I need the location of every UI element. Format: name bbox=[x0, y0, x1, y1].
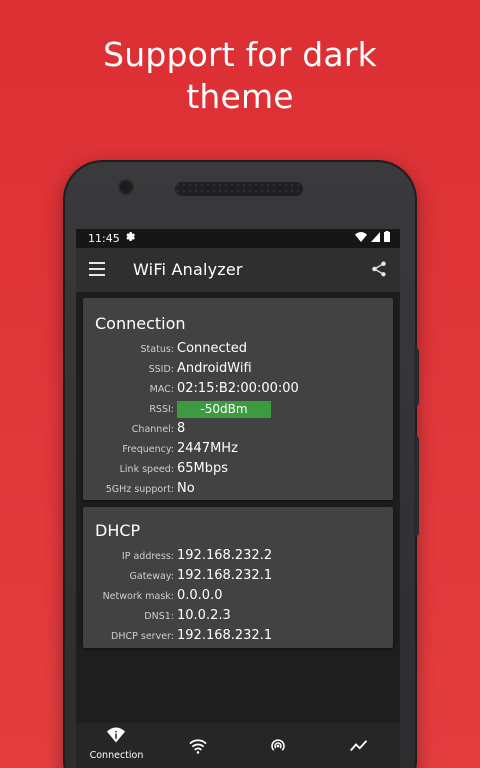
info-value: 192.168.232.1 bbox=[177, 568, 273, 583]
info-row: Link speed: 65Mbps bbox=[83, 460, 393, 480]
info-value: 192.168.232.2 bbox=[177, 548, 273, 563]
info-label: Channel: bbox=[131, 424, 174, 435]
menu-icon[interactable] bbox=[89, 262, 105, 280]
info-row: RSSI: -50dBm bbox=[83, 400, 393, 420]
settings-icon bbox=[124, 230, 136, 245]
app-screen: 11:45 WiFi Analyzer Connection Status: C… bbox=[76, 229, 400, 768]
info-row: SSID: AndroidWifi bbox=[83, 360, 393, 380]
connection-card: Connection Status: Connected SSID: Andro… bbox=[83, 298, 393, 500]
share-icon[interactable] bbox=[370, 260, 388, 282]
phone-camera bbox=[120, 181, 132, 193]
nav-connection-label: Connection bbox=[89, 750, 144, 761]
wifi-icon bbox=[355, 231, 367, 242]
info-row: Status: Connected bbox=[83, 340, 393, 360]
info-label: MAC: bbox=[149, 384, 174, 395]
status-time: 11:45 bbox=[88, 232, 120, 245]
rssi-badge: -50dBm bbox=[177, 401, 271, 418]
info-row: MAC: 02:15:B2:00:00:00 bbox=[83, 380, 393, 400]
info-value: AndroidWifi bbox=[177, 361, 252, 376]
info-label: DHCP server: bbox=[111, 631, 174, 642]
promo-line-1: Support for dark bbox=[103, 35, 377, 74]
promo-line-2: theme bbox=[186, 77, 294, 116]
info-row: Network mask: 0.0.0.0 bbox=[83, 587, 393, 607]
info-row: DHCP server: 192.168.232.1 bbox=[83, 627, 393, 647]
info-label: SSID: bbox=[148, 364, 174, 375]
info-value: 65Mbps bbox=[177, 461, 229, 476]
info-row: Frequency: 2447MHz bbox=[83, 440, 393, 460]
status-icons bbox=[355, 231, 390, 242]
app-title: WiFi Analyzer bbox=[133, 260, 243, 279]
info-label: Network mask: bbox=[102, 591, 174, 602]
nav-connection[interactable]: Connection bbox=[76, 723, 157, 768]
info-value: 2447MHz bbox=[177, 441, 238, 456]
signal-icon bbox=[371, 231, 380, 242]
phone-power-button bbox=[414, 348, 419, 406]
radar-icon bbox=[271, 739, 285, 751]
phone-speaker bbox=[175, 182, 303, 196]
wifi-info-icon bbox=[107, 727, 125, 743]
info-value: 192.168.232.1 bbox=[177, 628, 273, 643]
nav-access-points[interactable] bbox=[238, 723, 319, 768]
bottom-navigation: Connection bbox=[76, 723, 400, 768]
info-label: 5GHz support: bbox=[105, 484, 174, 495]
info-value: 0.0.0.0 bbox=[177, 588, 223, 603]
info-label: RSSI: bbox=[149, 404, 174, 415]
battery-icon bbox=[384, 231, 390, 242]
info-value: 8 bbox=[177, 421, 186, 436]
graph-icon bbox=[350, 740, 368, 752]
info-label: Status: bbox=[140, 344, 174, 355]
info-row: 5GHz support: No bbox=[83, 480, 393, 500]
info-row: DNS1: 10.0.2.3 bbox=[83, 607, 393, 627]
app-bar: WiFi Analyzer bbox=[76, 248, 400, 292]
status-bar: 11:45 bbox=[76, 229, 400, 248]
wifi-icon bbox=[189, 739, 207, 754]
info-value: 02:15:B2:00:00:00 bbox=[177, 381, 299, 396]
info-row: IP address: 192.168.232.2 bbox=[83, 547, 393, 567]
connection-title: Connection bbox=[95, 314, 186, 333]
info-label: Gateway: bbox=[129, 571, 174, 582]
info-label: DNS1: bbox=[144, 611, 174, 622]
nav-graph[interactable] bbox=[319, 723, 400, 768]
nav-channels[interactable] bbox=[157, 723, 238, 768]
info-value: 10.0.2.3 bbox=[177, 608, 231, 623]
promo-headline: Support for dark theme bbox=[0, 34, 480, 118]
info-label: Frequency: bbox=[122, 444, 174, 455]
info-label: IP address: bbox=[121, 551, 174, 562]
info-row: Gateway: 192.168.232.1 bbox=[83, 567, 393, 587]
dhcp-title: DHCP bbox=[95, 521, 141, 540]
info-value: No bbox=[177, 481, 195, 496]
info-value: Connected bbox=[177, 341, 248, 356]
phone-volume-button bbox=[414, 436, 419, 536]
info-row: Channel: 8 bbox=[83, 420, 393, 440]
info-label: Link speed: bbox=[119, 464, 174, 475]
dhcp-card: DHCP IP address: 192.168.232.2 Gateway: … bbox=[83, 507, 393, 648]
